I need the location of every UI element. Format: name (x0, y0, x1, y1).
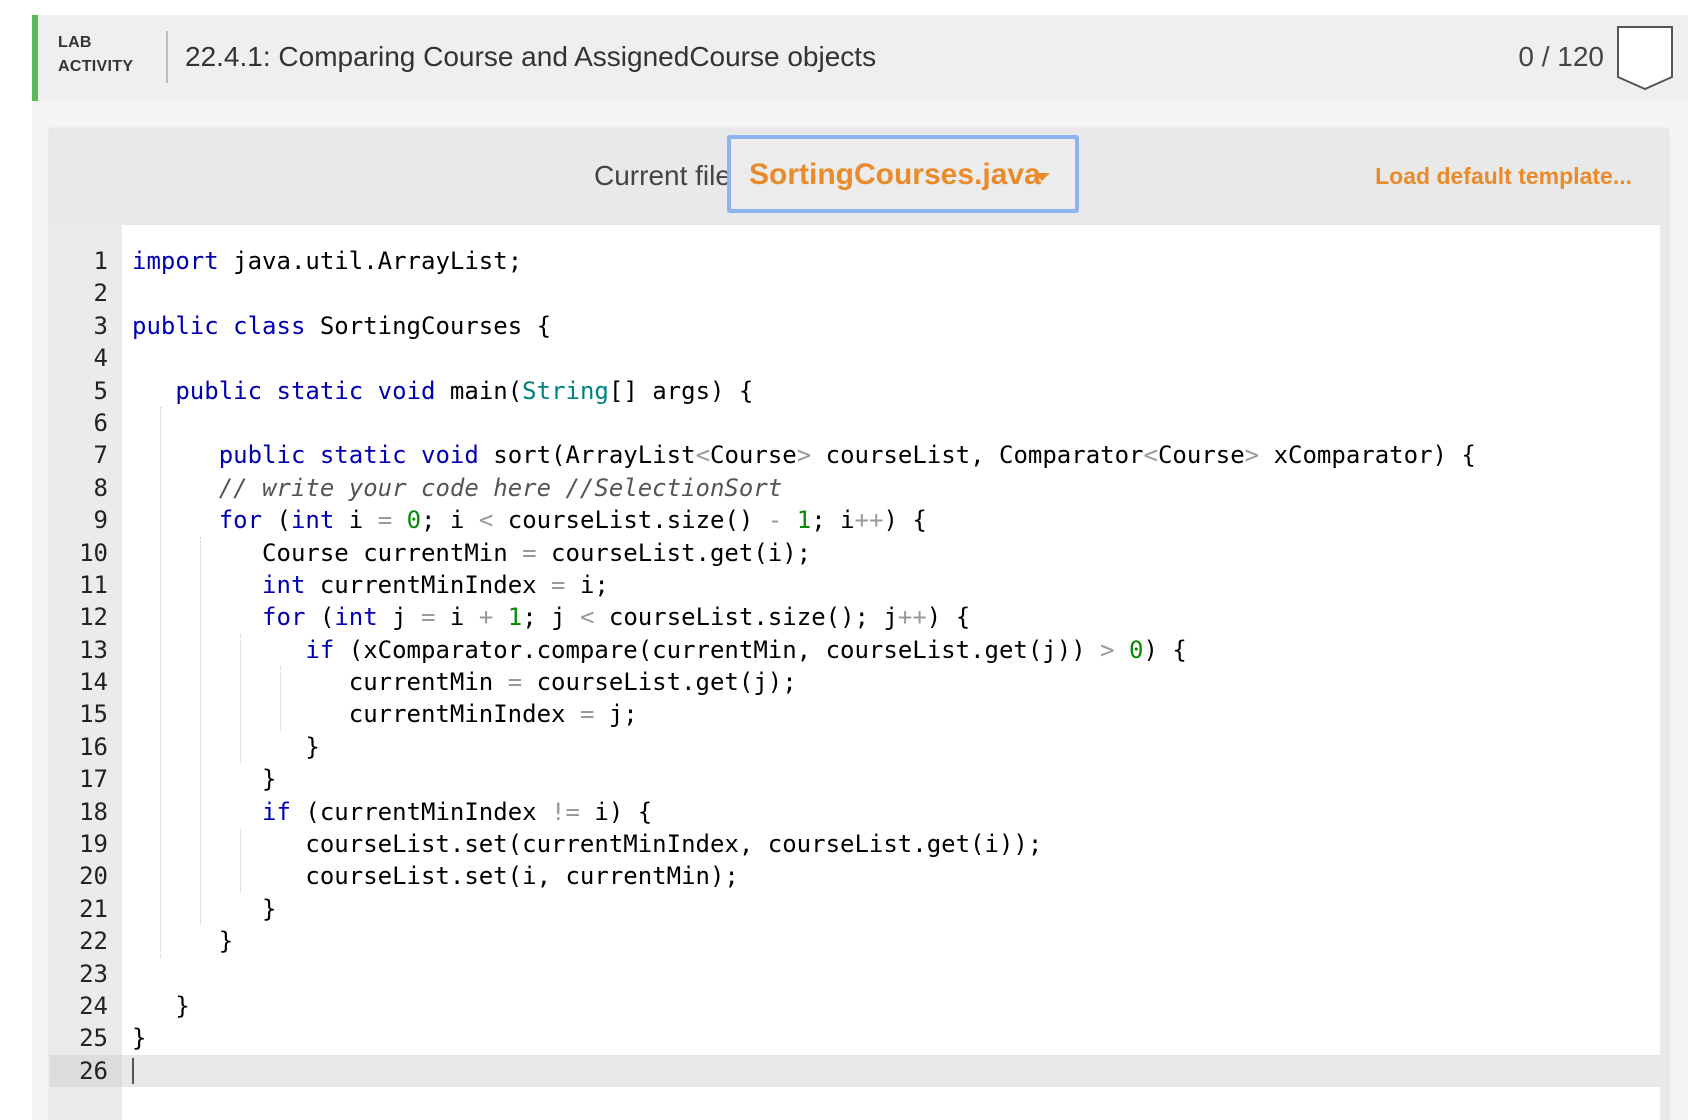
code-text: // write your code here //SelectionSort (218, 473, 783, 502)
line-number: 19 (79, 830, 108, 859)
line-number: 8 (93, 473, 108, 502)
editor-toolbar: Current file: SortingCourses.java Load d… (50, 128, 1668, 225)
line-number: 13 (79, 635, 108, 664)
lab-title: 22.4.1: Comparing Course and AssignedCou… (185, 41, 877, 72)
code-text: } (132, 894, 277, 923)
indent-guide (240, 633, 241, 764)
line-number: 12 (79, 603, 108, 632)
code-line[interactable]: 22 } (50, 925, 1660, 957)
code-line[interactable]: 5 public static void main(String[] args)… (50, 375, 1660, 407)
line-number: 18 (79, 797, 108, 826)
code-line[interactable]: 11 int currentMinIndex = i; (50, 569, 1660, 601)
chevron-down-icon (1034, 173, 1050, 181)
code-line[interactable]: 2 (50, 277, 1660, 309)
indent-guide (280, 666, 281, 731)
code-editor-panel: Current file: SortingCourses.java Load d… (50, 128, 1668, 1120)
code-text (132, 1055, 134, 1087)
header-divider (166, 31, 168, 83)
code-lines: 1 import java.util.ArrayList; 2 3 public cla… (50, 245, 1660, 1088)
code-line[interactable]: 17 } (50, 763, 1660, 795)
code-line[interactable]: 14 currentMin = courseList.get(j); (50, 666, 1660, 698)
code-text: if (xComparator.compare(currentMin, cour… (305, 635, 1187, 664)
line-number: 23 (79, 959, 108, 988)
code-line[interactable]: 24 } (50, 990, 1660, 1022)
load-default-template-link[interactable]: Load default template... (1375, 160, 1632, 192)
code-text: Course currentMin = courseList.get(i); (132, 538, 812, 567)
indent-guide (240, 828, 241, 893)
code-text: currentMin = courseList.get(j); (132, 668, 797, 697)
code-text: public static void sort(ArrayList<Course… (218, 441, 1476, 470)
code-line[interactable]: 10 Course currentMin = courseList.get(i)… (50, 537, 1660, 569)
code-text: public class SortingCourses { (132, 311, 552, 340)
line-number: 5 (93, 376, 108, 405)
indent-guide (200, 536, 201, 926)
line-number: 20 (79, 862, 108, 891)
code-text: courseList.set(currentMinIndex, courseLi… (132, 830, 1043, 859)
code-line[interactable]: 25} (50, 1022, 1660, 1054)
code-text: import java.util.ArrayList; (132, 247, 523, 275)
code-text: for (int i = 0; i < courseList.size() - … (218, 506, 927, 535)
code-line[interactable]: 4 (50, 342, 1660, 374)
code-line[interactable]: 1 import java.util.ArrayList; (50, 245, 1660, 277)
code-text: courseList.set(i, currentMin); (132, 862, 739, 891)
code-line[interactable]: 6 (50, 407, 1660, 439)
code-text: } (132, 1024, 147, 1053)
code-text: } (132, 927, 234, 956)
lab-header: LAB ACTIVITY 22.4.1: Comparing Course an… (32, 15, 1688, 101)
code-editor[interactable]: 1 import java.util.ArrayList; 2 3 public cla… (50, 225, 1660, 1120)
line-number: 9 (93, 506, 108, 535)
code-text: if (currentMinIndex != i) { (262, 797, 653, 826)
code-text: } (132, 991, 190, 1020)
lab-tag-line2: ACTIVITY (58, 58, 134, 75)
code-line[interactable]: 23 (50, 958, 1660, 990)
line-number: 25 (79, 1024, 108, 1053)
line-number: 22 (79, 927, 108, 956)
code-text: currentMinIndex = j; (132, 700, 638, 729)
line-number: 26 (50, 1054, 122, 1088)
line-number: 7 (93, 441, 108, 470)
code-line[interactable]: 19 courseList.set(currentMinIndex, cours… (50, 828, 1660, 860)
code-line[interactable]: 3 public class SortingCourses { (50, 310, 1660, 342)
line-number: 14 (79, 668, 108, 697)
code-line[interactable]: 20 courseList.set(i, currentMin); (50, 860, 1660, 892)
current-file-name: SortingCourses.java (749, 158, 1041, 191)
text-cursor (132, 1057, 134, 1084)
code-line[interactable]: 12 for (int j = i + 1; j < courseList.si… (50, 601, 1660, 633)
code-line[interactable]: 13 if (xComparator.compare(currentMin, c… (50, 634, 1660, 666)
current-file-label: Current file: (594, 160, 739, 191)
code-text: } (132, 765, 277, 794)
code-line[interactable]: 8 // write your code here //SelectionSor… (50, 472, 1660, 504)
score-badge-icon (1617, 26, 1673, 91)
line-number: 4 (93, 344, 108, 373)
line-number: 10 (79, 538, 108, 567)
code-line[interactable]: 16 } (50, 731, 1660, 763)
code-text: int currentMinIndex = i; (262, 570, 609, 599)
code-line[interactable]: 7 public static void sort(ArrayList<Cour… (50, 439, 1660, 471)
code-line[interactable]: 15 currentMinIndex = j; (50, 698, 1660, 730)
code-text: public static void main(String[] args) { (175, 376, 754, 405)
line-number: 1 (93, 247, 108, 275)
code-text: for (int j = i + 1; j < courseList.size(… (262, 603, 971, 632)
lab-activity-tag: LAB ACTIVITY (58, 31, 133, 79)
current-file-dropdown[interactable]: SortingCourses.java (727, 135, 1079, 213)
line-number: 6 (93, 408, 108, 437)
line-number: 15 (79, 700, 108, 729)
lab-tag-line1: LAB (58, 34, 92, 51)
line-number: 2 (93, 279, 108, 308)
line-number: 24 (79, 991, 108, 1020)
code-line[interactable]: 9 for (int i = 0; i < courseList.size() … (50, 504, 1660, 536)
code-line[interactable]: 21 } (50, 893, 1660, 925)
line-number: 17 (79, 765, 108, 794)
line-number: 3 (93, 311, 108, 340)
indent-guide (160, 407, 161, 958)
code-line[interactable]: 18 if (currentMinIndex != i) { (50, 796, 1660, 828)
line-number: 16 (79, 732, 108, 761)
line-number: 21 (79, 894, 108, 923)
line-number: 11 (79, 570, 108, 599)
code-line[interactable]: 26 (50, 1054, 1660, 1088)
score: 0 / 120 (1518, 41, 1604, 72)
